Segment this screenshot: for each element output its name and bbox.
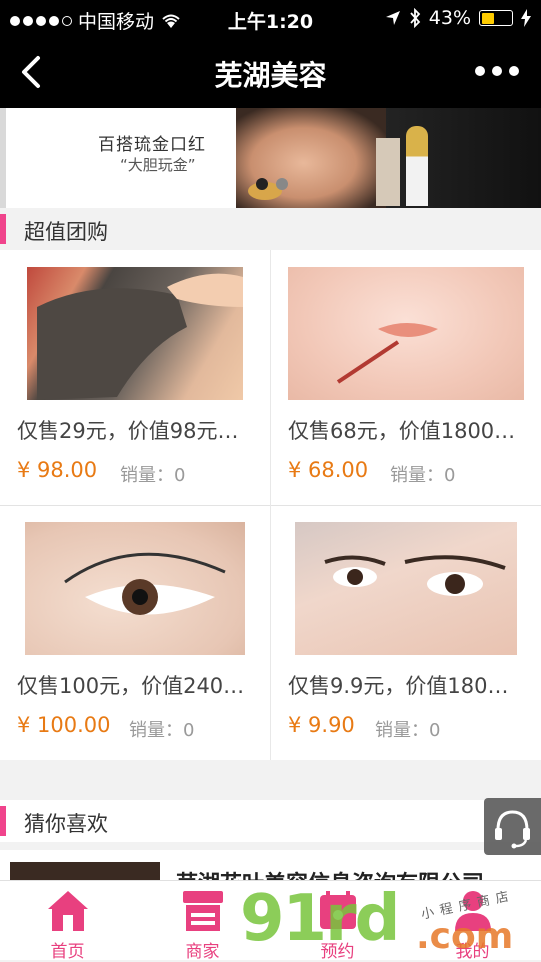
product-price: ¥ 98.00: [17, 458, 98, 482]
product-image-lips: [288, 267, 524, 400]
bluetooth-icon: [410, 8, 421, 28]
product-card[interactable]: 仅售29元，价值98元… ¥ 98.00 销量：0: [0, 250, 270, 505]
product-name: 仅售9.9元，价值180…: [288, 674, 509, 698]
section-accent-bar: [0, 214, 6, 244]
product-name: 仅售100元，价值240…: [17, 674, 245, 698]
tab-booking[interactable]: 预约: [270, 881, 405, 962]
recommend-header: 猜你喜欢: [0, 800, 541, 842]
banner-indicator-active: [256, 178, 268, 190]
banner-indicator: [276, 178, 288, 190]
product-sales: 销量：0: [129, 720, 195, 741]
product-name: 仅售29元，价值98元…: [17, 419, 239, 443]
tab-label: 首页: [50, 942, 85, 962]
section-accent-bar: [0, 806, 6, 836]
group-buy-title: 超值团购: [24, 220, 108, 244]
company-thumbnail: [10, 862, 160, 880]
tab-mine[interactable]: 我的: [405, 881, 540, 962]
lipstick-case-image: [376, 138, 400, 206]
location-arrow-icon: [385, 11, 400, 25]
banner-subtitle: “大胆玩金”: [120, 156, 196, 174]
calendar-icon: [320, 891, 356, 929]
headset-icon: [495, 810, 530, 849]
page-title: 芜湖美容: [214, 59, 327, 92]
charging-bolt-icon: [521, 9, 531, 27]
tab-label: 我的: [455, 942, 490, 962]
product-image-eyelash: [25, 522, 245, 655]
product-card[interactable]: 仅售68元，价值1800… ¥ 68.00 销量：0: [271, 250, 541, 505]
company-list-item[interactable]: 芜湖花叶美容信息咨询有限公司: [0, 850, 541, 880]
section-gap: [0, 760, 541, 800]
battery-icon: [479, 10, 513, 26]
product-card[interactable]: 仅售9.9元，价值180… ¥ 9.90 销量：0: [271, 505, 541, 760]
tab-label: 预约: [320, 942, 355, 962]
more-dots-icon[interactable]: [475, 66, 519, 76]
group-buy-header: 超值团购: [0, 208, 541, 250]
home-icon: [48, 891, 88, 931]
product-price: ¥ 68.00: [288, 458, 369, 482]
recommend-title: 猜你喜欢: [24, 812, 108, 836]
product-price: ¥ 9.90: [288, 713, 355, 737]
tab-home[interactable]: 首页: [0, 881, 135, 962]
battery-fill: [481, 12, 494, 24]
company-name: 芜湖花叶美容信息咨询有限公司: [176, 866, 484, 880]
battery-percent: 43%: [428, 7, 471, 29]
product-sales: 销量：0: [120, 465, 186, 486]
product-card[interactable]: 仅售100元，价值240… ¥ 100.00 销量：0: [0, 505, 270, 760]
lipstick-image: [406, 126, 428, 206]
product-image-mask: [27, 267, 243, 400]
store-icon: [183, 891, 223, 931]
product-sales: 销量：0: [390, 465, 456, 486]
product-price: ¥ 100.00: [17, 713, 111, 737]
product-name: 仅售68元，价值1800…: [288, 419, 516, 443]
promo-banner[interactable]: 百搭琉金口红 “大胆玩金”: [0, 108, 541, 208]
user-icon: [455, 891, 491, 931]
product-image-eyes: [295, 522, 517, 655]
banner-tagline: 百搭琉金口红: [98, 135, 206, 155]
customer-service-button[interactable]: [484, 798, 541, 855]
nav-bar: 芜湖美容: [0, 36, 541, 108]
product-sales: 销量：0: [375, 720, 441, 741]
tab-bar: 首页 商家 预约 我的: [0, 880, 541, 962]
grid-divider-vertical: [270, 250, 271, 760]
status-right: 43%: [385, 7, 531, 29]
tab-merchants[interactable]: 商家: [135, 881, 270, 962]
tab-label: 商家: [185, 942, 220, 962]
status-bar: 中国移动 上午1:20 43%: [0, 0, 541, 36]
